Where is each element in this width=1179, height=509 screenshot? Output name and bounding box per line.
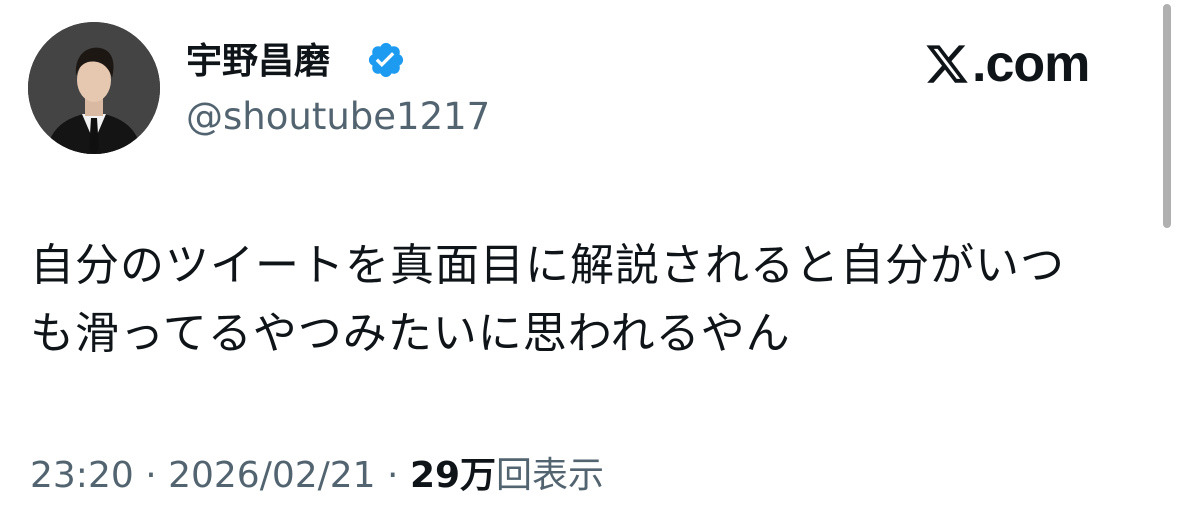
views-label: 回表示 (496, 455, 605, 496)
author-handle[interactable]: @shoutube1217 (186, 94, 490, 140)
verified-badge-icon (368, 42, 404, 78)
meta-separator: · (387, 455, 410, 496)
avatar[interactable] (28, 22, 160, 154)
tweet-date[interactable]: 2026/02/21 (168, 455, 376, 496)
tweet-text: 自分のツイートを真面目に解説されると自分がいつ も滑ってるやつみたいに思われるや… (30, 232, 1140, 368)
meta-separator: · (145, 455, 169, 496)
logo-domain-text: .com (972, 35, 1090, 93)
views-count[interactable]: 29万 (410, 455, 496, 496)
tweet-meta: 23:20 · 2026/02/21 · 29万回表示 (30, 453, 604, 499)
tweet-text-line: も滑ってるやつみたいに思われるやん (30, 308, 791, 359)
tweet-card: 宇野昌磨 @shoutube1217 .com 自分のツイートを真面目に解説され… (0, 0, 1179, 509)
profile-photo-icon (28, 22, 160, 154)
x-logo-icon (926, 45, 968, 83)
tweet-text-line: 自分のツイートを真面目に解説されると自分がいつ (30, 240, 1065, 291)
tweet-time[interactable]: 23:20 (30, 455, 134, 496)
author-display-name[interactable]: 宇野昌磨 (186, 40, 330, 84)
scrollbar[interactable] (1163, 4, 1171, 228)
x-logo: .com (924, 35, 1090, 93)
